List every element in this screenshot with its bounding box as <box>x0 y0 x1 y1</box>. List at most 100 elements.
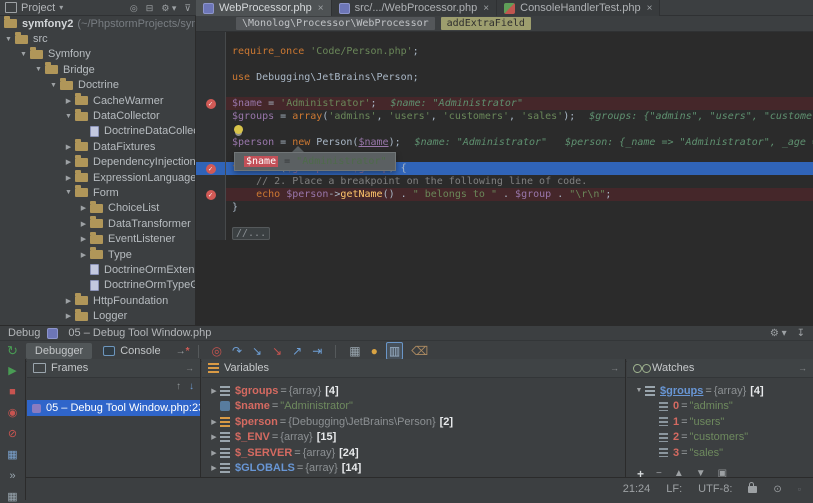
tree-item-datacollector[interactable]: ▼ DataCollector <box>0 108 195 123</box>
gutter[interactable] <box>196 110 226 123</box>
gear-icon[interactable]: ⚙ ▾ <box>770 328 787 339</box>
duplicate-watch-icon[interactable]: ▣ <box>718 468 727 477</box>
variable-row[interactable]: 0 = "admins" <box>627 399 813 415</box>
expand-arrow-icon[interactable]: ▶ <box>208 433 220 441</box>
variable-row[interactable]: ▶ $groups = {array} [4] <box>202 383 625 399</box>
code-line[interactable]: $groups = array('admins', 'users', 'cust… <box>196 110 813 123</box>
tree-root-symfony2[interactable]: symfony2 (~/PhpstormProjects/symfony <box>0 16 195 31</box>
indicator-icon[interactable]: ⊙ <box>773 484 781 495</box>
tree-toggle-icon[interactable]: ▶ <box>62 312 75 320</box>
editor-tab[interactable]: src/.../WebProcessor.php × <box>331 0 498 16</box>
hide-panel-icon[interactable]: ⊽ <box>184 3 191 13</box>
gutter[interactable] <box>196 214 226 227</box>
tree-item-eventlistener[interactable]: ▶ EventListener <box>0 231 195 246</box>
step-out-icon[interactable]: ↗ <box>292 343 302 359</box>
tab-close-icon[interactable]: × <box>318 3 324 14</box>
project-header-title[interactable]: Project <box>21 2 55 14</box>
tree-item-doctrineormextension[interactable]: DoctrineOrmExtension <box>0 262 195 277</box>
gutter[interactable] <box>196 149 226 162</box>
expand-arrow-icon[interactable]: ▶ <box>208 464 220 472</box>
selected-frame-row[interactable]: 05 – Debug Tool Window.php:23 <box>27 400 200 416</box>
step-into-icon[interactable]: ↘ <box>252 343 262 359</box>
gutter[interactable] <box>196 71 226 84</box>
locate-file-icon[interactable]: ◎ <box>130 3 138 13</box>
more-options-icon[interactable]: » <box>9 470 15 482</box>
tree-item-choicelist[interactable]: ▶ ChoiceList <box>0 200 195 216</box>
stop-icon[interactable]: ■ <box>9 386 16 398</box>
tree-item-doctrine[interactable]: ▼ Doctrine <box>0 77 195 93</box>
tree-toggle-icon[interactable]: ▶ <box>62 143 75 151</box>
tab-close-icon[interactable]: × <box>647 3 653 14</box>
next-frame-icon[interactable]: ↓ <box>189 381 194 392</box>
tree-item-symfony[interactable]: ▼ Symfony <box>0 46 195 62</box>
intention-bulb-icon[interactable] <box>234 125 243 134</box>
debug-tab-console[interactable]: Console <box>94 343 169 359</box>
tree-toggle-icon[interactable]: ▶ <box>77 251 90 259</box>
breadcrumb-method[interactable]: addExtraField <box>440 17 531 30</box>
gutter[interactable] <box>196 45 226 58</box>
tree-item-datafixtures[interactable]: ▶ DataFixtures <box>0 139 195 154</box>
evaluate-expression-icon[interactable]: ▦ <box>349 343 360 359</box>
variable-row[interactable]: ▶ $_ENV = {array} [15] <box>202 430 625 446</box>
tree-toggle-icon[interactable]: ▼ <box>47 82 60 89</box>
breadcrumb-class[interactable]: \Monolog\Processor\WebProcessor <box>236 17 435 30</box>
code-line[interactable] <box>196 84 813 97</box>
gutter[interactable] <box>196 201 226 214</box>
variable-row[interactable]: ▶ $_SERVER = {array} [24] <box>202 445 625 461</box>
panel-menu-icon[interactable]: → <box>798 363 807 373</box>
code-line[interactable]: //... <box>196 227 813 240</box>
expand-arrow-icon[interactable]: ▶ <box>208 418 220 426</box>
file-encoding[interactable]: UTF-8: <box>698 483 732 495</box>
code-line[interactable] <box>196 32 813 45</box>
tree-toggle-icon[interactable]: ▶ <box>62 174 75 182</box>
tree-item-bridge[interactable]: ▼ Bridge <box>0 62 195 77</box>
restore-layout-icon[interactable]: ▦ <box>7 449 17 461</box>
tree-toggle-icon[interactable]: ▶ <box>77 204 90 212</box>
tree-item-datatransformer[interactable]: ▶ DataTransformer <box>0 216 195 231</box>
toolwindow-grid-icon[interactable]: ▦ <box>7 491 17 503</box>
tree-item-cachewarmer[interactable]: ▶ CacheWarmer <box>0 93 195 108</box>
code-line[interactable] <box>196 123 813 136</box>
previous-frame-icon[interactable]: ↑ <box>176 381 181 392</box>
code-line[interactable]: ✓ $name = 'Administrator'; $name: "Adminis… <box>196 97 813 110</box>
step-over-icon[interactable]: ↷ <box>232 343 242 359</box>
code-line[interactable]: use Debugging\JetBrains\Person; <box>196 71 813 84</box>
tree-toggle-icon[interactable]: ▶ <box>77 220 90 228</box>
code-line[interactable]: ✓ echo $person->getName() . " belongs to… <box>196 188 813 201</box>
tree-toggle-icon[interactable]: ▼ <box>2 36 15 43</box>
variable-row[interactable]: ▼ $groups = {array} [4] <box>627 383 813 399</box>
expand-arrow-icon[interactable]: ▶ <box>208 387 220 395</box>
resume-icon[interactable]: ▶ <box>8 365 16 377</box>
editor-tab[interactable]: ConsoleHandlerTest.php × <box>497 0 661 16</box>
gutter[interactable] <box>196 136 226 149</box>
move-watch-up-icon[interactable]: ▲ <box>674 468 684 477</box>
tree-toggle-icon[interactable]: ▶ <box>77 235 90 243</box>
tree-toggle-icon[interactable]: ▶ <box>62 297 75 305</box>
mute-breakpoints-icon[interactable]: ⊘ <box>8 428 17 440</box>
tree-item-doctrineormtypeguesser[interactable]: DoctrineOrmTypeGuesser <box>0 278 195 293</box>
panel-menu-icon[interactable]: → <box>610 363 619 373</box>
gutter[interactable]: ✓ <box>196 188 226 201</box>
tree-item-src[interactable]: ▼ src <box>0 31 195 46</box>
run-to-cursor-icon[interactable]: ⇥ <box>312 343 322 359</box>
code-line[interactable] <box>196 214 813 227</box>
gutter[interactable] <box>196 123 226 136</box>
add-watch-icon[interactable]: + <box>637 467 644 478</box>
code-line[interactable]: } <box>196 201 813 214</box>
tree-item-form[interactable]: ▼ Form <box>0 185 195 200</box>
variable-row[interactable]: 2 = "customers" <box>627 430 813 446</box>
gutter[interactable] <box>196 175 226 188</box>
view-breakpoints-icon[interactable]: ◉ <box>8 407 18 419</box>
gutter[interactable]: ✓ <box>196 97 226 110</box>
tab-close-icon[interactable]: × <box>483 3 489 14</box>
hide-toolwindow-icon[interactable]: ↧ <box>797 328 805 339</box>
debug-tab-debugger[interactable]: Debugger <box>25 343 93 359</box>
line-separator[interactable]: LF: <box>666 483 682 495</box>
tree-toggle-icon[interactable]: ▼ <box>32 66 45 73</box>
settings-icon[interactable]: ⚙ ▾ <box>161 3 176 13</box>
mute-breakpoints-icon[interactable]: ● <box>371 343 378 359</box>
variable-row[interactable]: $name = "Administrator" <box>202 399 625 415</box>
code-line[interactable]: // 2. Place a breakpoint on the followin… <box>196 175 813 188</box>
editor-tab[interactable]: WebProcessor.php × <box>196 0 332 16</box>
output-jump-icon[interactable]: → <box>176 346 186 357</box>
